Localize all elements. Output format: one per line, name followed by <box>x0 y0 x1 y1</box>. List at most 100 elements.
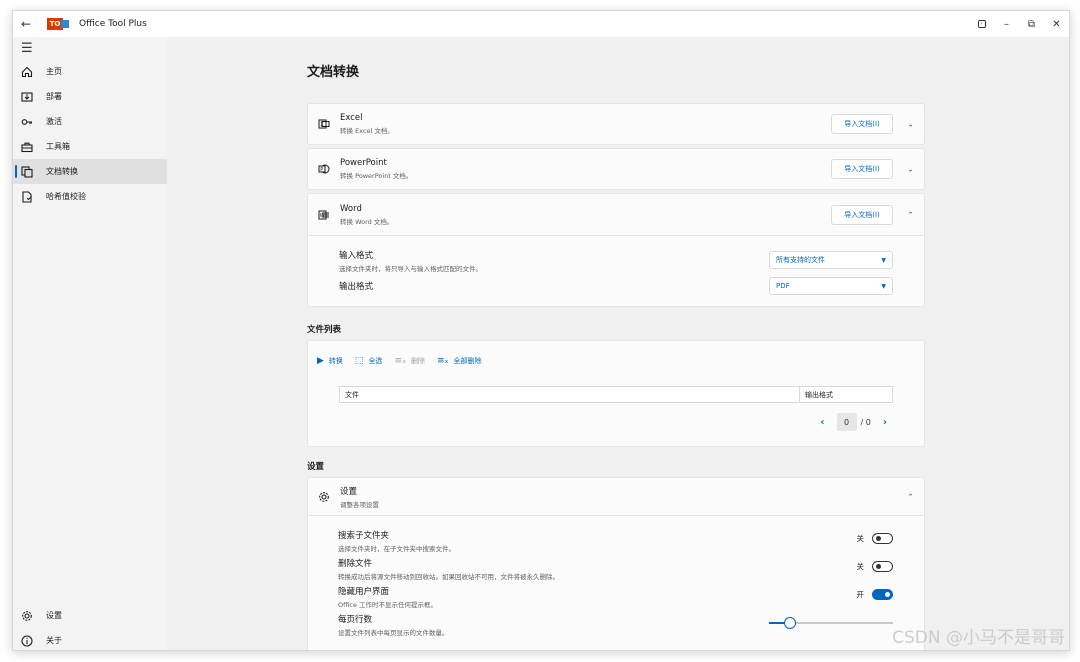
slider-thumb[interactable] <box>784 617 796 629</box>
chevron-down-icon[interactable]: ⌄ <box>907 120 914 129</box>
sidebar-item-hash-check[interactable]: 哈希值校验 <box>13 184 167 209</box>
setting-subtitle: Office 工作时不显示任何提示框。 <box>338 601 438 609</box>
toggle-state-label: 关 <box>856 562 865 571</box>
convert-icon <box>21 165 33 178</box>
sidebar-item-label: 部署 <box>46 92 62 101</box>
toggle-hide-ui[interactable]: 开 <box>856 589 893 600</box>
convert-button[interactable]: ▶ 转换 <box>317 356 343 366</box>
page-title: 文档转换 <box>307 65 360 80</box>
select-all-icon: ⬚ <box>354 356 364 366</box>
gear-icon <box>318 491 330 503</box>
excel-icon: X <box>318 118 330 130</box>
excel-card[interactable]: X Excel 转换 Excel 文档。 导入文档(I) ⌄ <box>307 103 925 145</box>
toggle-switch[interactable] <box>872 561 893 572</box>
svg-text:X: X <box>320 122 324 128</box>
delete-list-icon: ≡ₓ <box>394 356 406 366</box>
setting-rows-per-page: 每页行数 设置文件列表中每页显示的文件数量。 <box>338 613 449 637</box>
play-icon: ▶ <box>317 356 324 366</box>
sidebar-item-label: 文档转换 <box>46 167 78 176</box>
sidebar-item-about[interactable]: 关于 <box>13 628 167 650</box>
select-all-button[interactable]: ⬚ 全选 <box>355 356 383 366</box>
minimize-icon[interactable]: – <box>994 11 1019 37</box>
home-icon <box>21 66 33 78</box>
chevron-up-icon[interactable]: ⌃ <box>907 210 914 219</box>
file-list-toolbar: ▶ 转换 ⬚ 全选 ≡ₓ 删除 ≡ₓ 全部删除 <box>317 356 494 366</box>
sidebar-item-settings[interactable]: 设置 <box>13 603 167 628</box>
app-logo-icon: TO <box>47 18 69 30</box>
app-window: ← TO Office Tool Plus › – ⧉ ✕ ☰ 主页 部署 激活… <box>12 10 1070 651</box>
settings-heading: 设置 <box>307 462 325 472</box>
page-number[interactable]: 0 <box>836 413 857 431</box>
card-subtitle: 调整各项设置 <box>340 500 379 509</box>
chevron-down-icon[interactable]: ⌄ <box>907 165 914 174</box>
console-icon[interactable]: › <box>969 11 994 37</box>
sidebar-item-toolbox[interactable]: 工具箱 <box>13 134 167 159</box>
setting-title: 隐藏用户界面 <box>338 587 390 597</box>
file-table-header: 文件 输出格式 <box>339 386 893 403</box>
word-card: W Word 转换 Word 文档。 导入文档(I) ⌃ 输入格式 选择文件夹时… <box>307 193 925 307</box>
settings-card-header[interactable]: 设置 调整各项设置 ⌃ <box>308 478 924 516</box>
file-list-card: ▶ 转换 ⬚ 全选 ≡ₓ 删除 ≡ₓ 全部删除 文件 输出格式 ‹ 0 / 0 … <box>307 340 925 447</box>
column-file[interactable]: 文件 <box>340 387 800 402</box>
sidebar-item-label: 关于 <box>46 636 62 645</box>
delete-all-button[interactable]: ≡ₓ 全部删除 <box>437 356 482 366</box>
sidebar-item-activate[interactable]: 激活 <box>13 109 167 134</box>
import-documents-button[interactable]: 导入文档(I) <box>831 204 893 225</box>
settings-card: 设置 调整各项设置 ⌃ 搜索子文件夹 选择文件夹时，在子文件夹中搜索文件。 关 … <box>307 477 925 650</box>
hash-file-icon <box>21 190 33 203</box>
import-documents-button[interactable]: 导入文档(I) <box>831 114 893 134</box>
sidebar-item-label: 哈希值校验 <box>46 192 86 201</box>
input-format-value: 所有支持的文件 <box>776 256 825 264</box>
setting-hide-ui: 隐藏用户界面 Office 工作时不显示任何提示框。 <box>338 585 437 609</box>
convert-label: 转换 <box>328 357 343 365</box>
key-icon <box>21 116 33 128</box>
input-format-subtitle: 选择文件夹时，将只导入与输入格式匹配的文件。 <box>339 265 482 273</box>
card-title: PowerPoint <box>340 158 387 168</box>
toggle-search-subfolders[interactable]: 关 <box>857 533 893 544</box>
setting-subtitle: 设置文件列表中每页显示的文件数量。 <box>338 629 449 637</box>
setting-search-subfolders: 搜索子文件夹 选择文件夹时，在子文件夹中搜索文件。 <box>338 529 455 553</box>
setting-subtitle: 转换成功后将源文件移动到回收站。如果回收站不可用，文件将被永久删除。 <box>338 573 559 581</box>
chevron-up-icon[interactable]: ⌃ <box>907 492 914 501</box>
toggle-delete-files[interactable]: 关 <box>856 561 893 572</box>
toggle-switch[interactable] <box>872 589 893 600</box>
watermark: CSDN @小马不是哥哥 <box>892 628 1065 648</box>
pagination: ‹ 0 / 0 › <box>820 413 887 431</box>
output-format-row: 输出格式 <box>339 280 373 292</box>
sidebar-item-label: 工具箱 <box>46 142 70 151</box>
svg-text:P: P <box>320 167 323 173</box>
column-output-format[interactable]: 输出格式 <box>800 387 892 402</box>
output-format-title: 输出格式 <box>339 282 374 292</box>
page-total: / 0 <box>860 417 871 427</box>
rows-per-page-slider[interactable] <box>769 617 893 629</box>
word-card-header[interactable]: W Word 转换 Word 文档。 导入文档(I) ⌃ <box>308 194 924 236</box>
file-list-heading: 文件列表 <box>307 325 342 335</box>
card-subtitle: 转换 Word 文档。 <box>340 217 394 226</box>
restore-icon[interactable]: ⧉ <box>1019 11 1044 37</box>
powerpoint-card[interactable]: P PowerPoint 转换 PowerPoint 文档。 导入文档(I) ⌄ <box>307 148 925 190</box>
setting-title: 搜索子文件夹 <box>338 531 390 541</box>
title-bar: ← TO Office Tool Plus › – ⧉ ✕ <box>13 11 1069 37</box>
main-content: 文档转换 X Excel 转换 Excel 文档。 导入文档(I) ⌄ P Po… <box>167 37 1069 650</box>
menu-icon[interactable]: ☰ <box>13 37 167 59</box>
delete-button[interactable]: ≡ₓ 删除 <box>394 356 425 366</box>
sidebar-item-deploy[interactable]: 部署 <box>13 84 167 109</box>
sidebar-item-home[interactable]: 主页 <box>13 59 167 84</box>
close-icon[interactable]: ✕ <box>1044 11 1069 37</box>
input-format-title: 输入格式 <box>339 251 374 261</box>
card-subtitle: 转换 PowerPoint 文档。 <box>340 172 413 180</box>
delete-label: 删除 <box>410 357 425 365</box>
output-format-select[interactable]: PDF ▼ <box>769 277 893 295</box>
sidebar-item-convert[interactable]: 文档转换 <box>13 159 167 184</box>
chevron-right-icon[interactable]: › <box>883 417 887 428</box>
input-format-select[interactable]: 所有支持的文件 ▼ <box>769 251 893 269</box>
toggle-state-label: 开 <box>856 590 865 599</box>
setting-title: 每页行数 <box>338 615 373 625</box>
sidebar-item-label: 主页 <box>46 67 62 76</box>
chevron-left-icon[interactable]: ‹ <box>820 417 824 428</box>
back-arrow-icon[interactable]: ← <box>13 11 39 37</box>
setting-title: 删除文件 <box>338 559 373 569</box>
powerpoint-icon: P <box>318 163 330 175</box>
import-documents-button[interactable]: 导入文档(I) <box>831 159 893 179</box>
toggle-switch[interactable] <box>872 533 893 544</box>
